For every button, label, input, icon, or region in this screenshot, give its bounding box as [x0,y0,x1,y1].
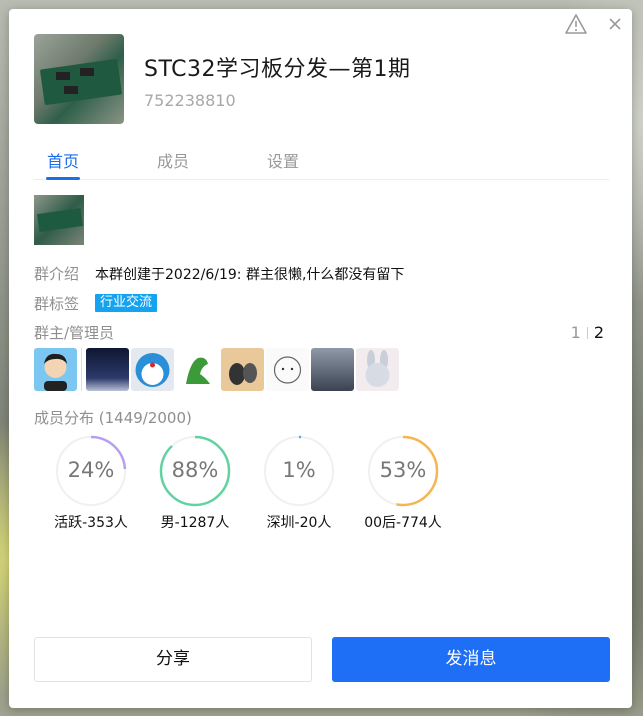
ring-caption: 00后-774人 [364,515,442,531]
admin-avatar[interactable] [266,348,309,391]
owner-divider [81,348,82,391]
send-message-button[interactable]: 发消息 [332,637,610,682]
intro-label: 群介绍 [34,265,80,283]
admin-avatar[interactable] [131,348,174,391]
ring-male: 88% 男-1287人 [143,434,247,532]
group-photo-thumbnail[interactable] [34,195,84,245]
ring-active: 24% 活跃-353人 [39,434,143,532]
tab-members[interactable]: 成员 [157,148,189,172]
ring-caption: 深圳-20人 [266,515,332,531]
tab-bar: 首页 成员 设置 [34,146,609,180]
admin-avatar[interactable] [176,348,219,391]
ring-percent: 53% [379,458,427,482]
group-profile-dialog: STC32学习板分发—第1期 752238810 首页 成员 设置 群介绍 本群… [9,9,632,708]
tab-home[interactable]: 首页 [47,148,79,172]
tag-badge[interactable]: 行业交流 [95,294,158,312]
page-1[interactable]: 1 [571,323,581,342]
ring-percent: 88% [171,458,219,482]
tags-label: 群标签 [34,295,80,313]
tab-settings[interactable]: 设置 [267,148,299,172]
page-2[interactable]: 2 [594,323,604,342]
admin-avatar[interactable] [356,348,399,391]
report-warning-icon[interactable] [564,13,588,35]
ring-caption: 活跃-353人 [54,515,128,531]
close-icon[interactable] [608,17,622,31]
admin-avatar[interactable] [86,348,129,391]
active-tab-indicator [46,177,80,180]
ring-caption: 男-1287人 [160,515,230,531]
group-id: 752238810 [144,91,236,110]
ring-shenzhen: 1% 深圳-20人 [247,434,351,532]
admin-avatars [34,348,399,391]
top-icons [564,13,622,35]
ring-post00: 53% 00后-774人 [351,434,455,532]
pager-divider [586,326,588,339]
distribution-rings: 24% 活跃-353人 88% 男-1287人 1% 深圳-20人 53% 00… [39,434,455,532]
ring-percent: 24% [67,458,115,482]
admins-label: 群主/管理员 [34,324,115,342]
group-avatar[interactable] [34,34,124,124]
intro-text: 本群创建于2022/6/19: 群主很懒,什么都没有留下 [95,267,405,283]
admin-avatar[interactable] [34,348,77,391]
admins-pager: 1 2 [571,323,604,342]
ring-percent: 1% [282,458,316,482]
admin-avatar[interactable] [221,348,264,391]
share-button[interactable]: 分享 [34,637,312,682]
admin-avatar[interactable] [311,348,354,391]
group-name: STC32学习板分发—第1期 [144,57,411,82]
member-distribution-label: 成员分布 (1449/2000) [34,409,192,427]
